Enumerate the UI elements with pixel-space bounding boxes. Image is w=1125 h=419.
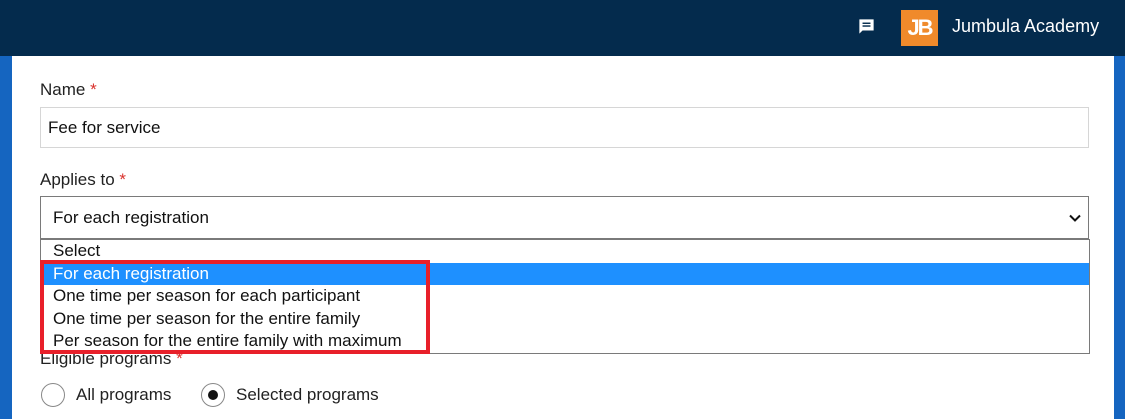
right-edge-bar — [1114, 56, 1125, 419]
chevron-down-icon — [1069, 214, 1081, 222]
radio-all-programs[interactable] — [41, 383, 65, 407]
name-label: Name * — [40, 80, 97, 100]
applies-to-label-text: Applies to — [40, 170, 115, 189]
applies-to-label: Applies to * — [40, 170, 126, 190]
org-logo[interactable]: JB — [901, 10, 938, 46]
applies-to-selected-value: For each registration — [53, 208, 209, 227]
annotation-highlight-box — [40, 260, 430, 354]
top-bar: JB Jumbula Academy — [0, 0, 1125, 56]
org-name[interactable]: Jumbula Academy — [952, 15, 1099, 37]
left-edge-bar — [0, 56, 12, 419]
radio-all-programs-label[interactable]: All programs — [76, 385, 171, 405]
required-marker: * — [119, 170, 127, 189]
name-label-text: Name — [40, 80, 86, 99]
radio-selected-programs-label[interactable]: Selected programs — [236, 385, 379, 405]
applies-to-select[interactable]: For each registration — [40, 196, 1089, 239]
name-input[interactable] — [40, 107, 1089, 148]
chat-icon[interactable] — [857, 17, 876, 36]
required-marker: * — [90, 80, 97, 99]
radio-selected-programs[interactable] — [201, 383, 225, 407]
